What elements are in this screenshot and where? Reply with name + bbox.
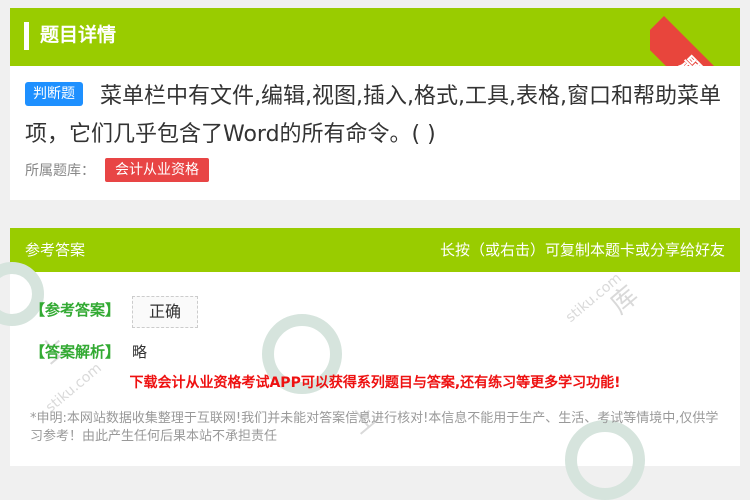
question-type-badge: 判断题 <box>25 82 83 106</box>
bank-label: 所属题库： <box>25 163 95 179</box>
question-text: 菜单栏中有文件,编辑,视图,插入,格式,工具,表格,窗口和帮助菜单项，它们几乎包… <box>25 84 721 147</box>
ribbon-corner: 题卡 <box>650 0 750 66</box>
analysis-label: 【答案解析】 <box>30 343 121 361</box>
share-hint: 长按（或右击）可复制本题卡或分享给好友 <box>439 241 725 259</box>
title-bar <box>10 8 740 66</box>
title-accent-mark <box>24 22 29 50</box>
ribbon-label: 题卡 <box>650 16 750 66</box>
download-app-link[interactable]: 下载会计从业资格考试APP可以获得系列题目与答案,还有练习等更多学习功能! <box>0 372 750 394</box>
bank-tag[interactable]: 会计从业资格 <box>105 158 209 182</box>
answer-header-title: 参考答案 <box>25 241 86 259</box>
reference-answer-value[interactable]: 正确 <box>132 296 198 328</box>
reference-answer-label: 【参考答案】 <box>30 301 121 319</box>
page-title: 题目详情 <box>40 24 117 46</box>
disclaimer-text: *申明:本网站数据收集整理于互联网!我们并未能对答案信息进行核对!本信息不能用于… <box>30 411 719 444</box>
analysis-value: 略 <box>132 343 148 361</box>
